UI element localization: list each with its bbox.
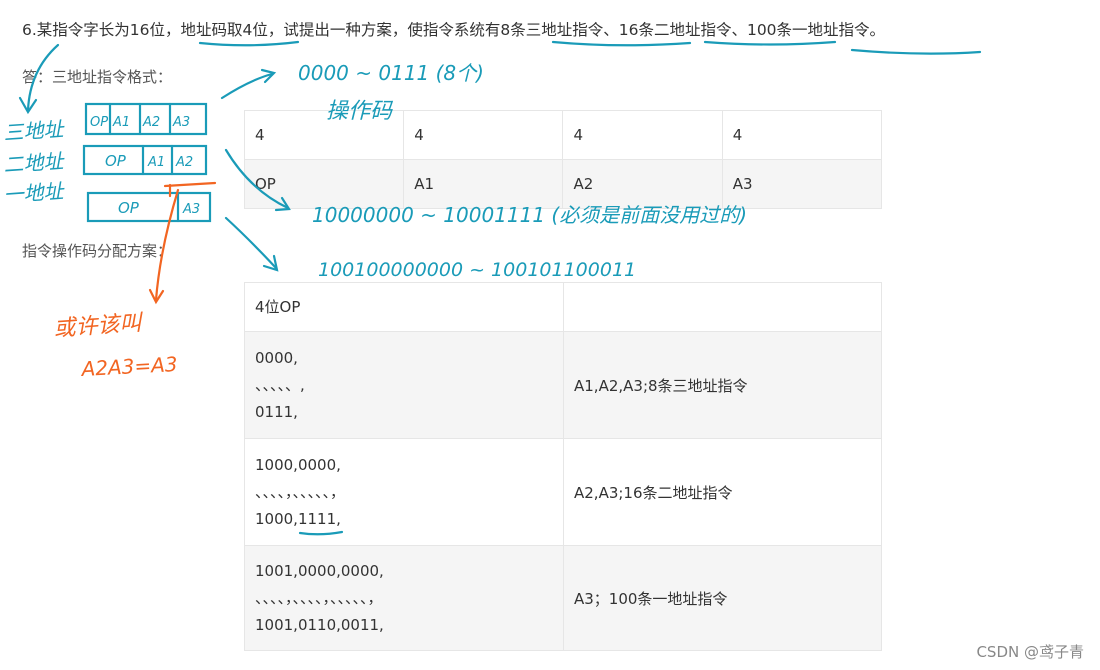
- arrow-mark: [224, 216, 278, 270]
- annotation-text: 三地址: [3, 117, 67, 145]
- table-row: 1001,0000,0000, 、、、、，、、、、，、、、、、， 1001,01…: [244, 545, 882, 651]
- box-label: A3: [182, 202, 200, 217]
- table-cell: 4: [721, 110, 883, 160]
- table-cell: A3: [721, 159, 883, 209]
- box-label: A1: [112, 115, 130, 130]
- description-cell: A1,A2,A3;8条三地址指令: [563, 331, 882, 439]
- annotation-text: 或许该叫: [53, 311, 146, 342]
- csdn-watermark: CSDN @鸢子青: [976, 643, 1084, 661]
- format-box: [82, 144, 208, 176]
- code-line: 、、、、，、、、、，、、、、、，: [255, 588, 383, 607]
- bracket-mark: [163, 181, 217, 188]
- annotation-text: A2A3=A3: [79, 352, 178, 381]
- table-row: 4位OP: [244, 282, 882, 332]
- box-label: OP: [90, 115, 108, 130]
- answer-label: 答：三地址指令格式：: [22, 68, 173, 86]
- question-text: 6.某指令字长为16位，地址码取4位，试提出一种方案，使指令系统有8条三地址指令…: [22, 21, 886, 39]
- code-line: 、、、、、,: [255, 375, 305, 394]
- table-cell: 4: [403, 110, 564, 160]
- code-line: 0000,: [255, 348, 298, 367]
- code-line: 1000,1111,: [255, 509, 341, 528]
- box-label: A3: [172, 115, 190, 130]
- code-line: 、、、、，、、、、、，: [255, 482, 346, 501]
- code-line: 1001,0000,0000,: [255, 561, 384, 580]
- instruction-format-table: 4 4 4 4 OP A1 A2 A3: [243, 110, 883, 209]
- box-label: A2: [142, 115, 160, 130]
- opcode-range-cell: 0000, 、、、、、, 0111,: [244, 331, 564, 439]
- table-cell: A1: [403, 159, 564, 209]
- format-box: [84, 102, 208, 136]
- underline-mark: [703, 40, 837, 46]
- arrow-mark: [220, 72, 274, 100]
- description-cell: A3；100条一地址指令: [563, 545, 882, 651]
- table-cell: 4: [243, 110, 405, 160]
- table-row: 0000, 、、、、、, 0111, A1,A2,A3;8条三地址指令: [244, 331, 882, 439]
- table-row: 1000,0000, 、、、、，、、、、、， 1000,1111, A2,A3;…: [244, 438, 882, 546]
- arrowhead-mark: [18, 96, 38, 115]
- scheme-label: 指令操作码分配方案：: [22, 242, 173, 260]
- annotation-text: 一地址: [3, 179, 67, 207]
- opcode-allocation-table: 4位OP 0000, 、、、、、, 0111, A1,A2,A3;8条三地址指令…: [244, 282, 882, 651]
- table-cell: 4: [562, 110, 723, 160]
- underline-mark: [198, 40, 300, 47]
- underline-mark: [850, 48, 982, 55]
- annotation-text: 二地址: [3, 149, 67, 177]
- opcode-range-cell: 1001,0000,0000, 、、、、，、、、、，、、、、、， 1001,01…: [244, 545, 564, 651]
- underline-mark: [551, 40, 692, 47]
- table-row: OP A1 A2 A3: [243, 159, 883, 209]
- box-label: OP: [118, 199, 140, 217]
- code-line: 1001,0110,0011,: [255, 615, 384, 634]
- opcode-range-cell: 1000,0000, 、、、、，、、、、、， 1000,1111,: [244, 438, 564, 546]
- code-line: 1000,0000,: [255, 455, 341, 474]
- annotation-text: 0000 ~ 0111 (8个): [298, 61, 484, 85]
- description-cell: A2,A3;16条二地址指令: [563, 438, 882, 546]
- table-header-cell: [563, 282, 882, 332]
- table-row: 4 4 4 4: [243, 110, 883, 160]
- table-cell: OP: [243, 159, 405, 209]
- box-label: OP: [105, 152, 127, 170]
- box-label: A2: [175, 155, 193, 170]
- code-line: 0111,: [255, 402, 298, 421]
- format-box: [86, 191, 212, 223]
- table-header-cell: 4位OP: [244, 282, 564, 332]
- table-cell: A2: [562, 159, 723, 209]
- annotation-text: 100100000000 ~ 100101100011: [318, 259, 636, 281]
- box-label: A1: [147, 155, 165, 170]
